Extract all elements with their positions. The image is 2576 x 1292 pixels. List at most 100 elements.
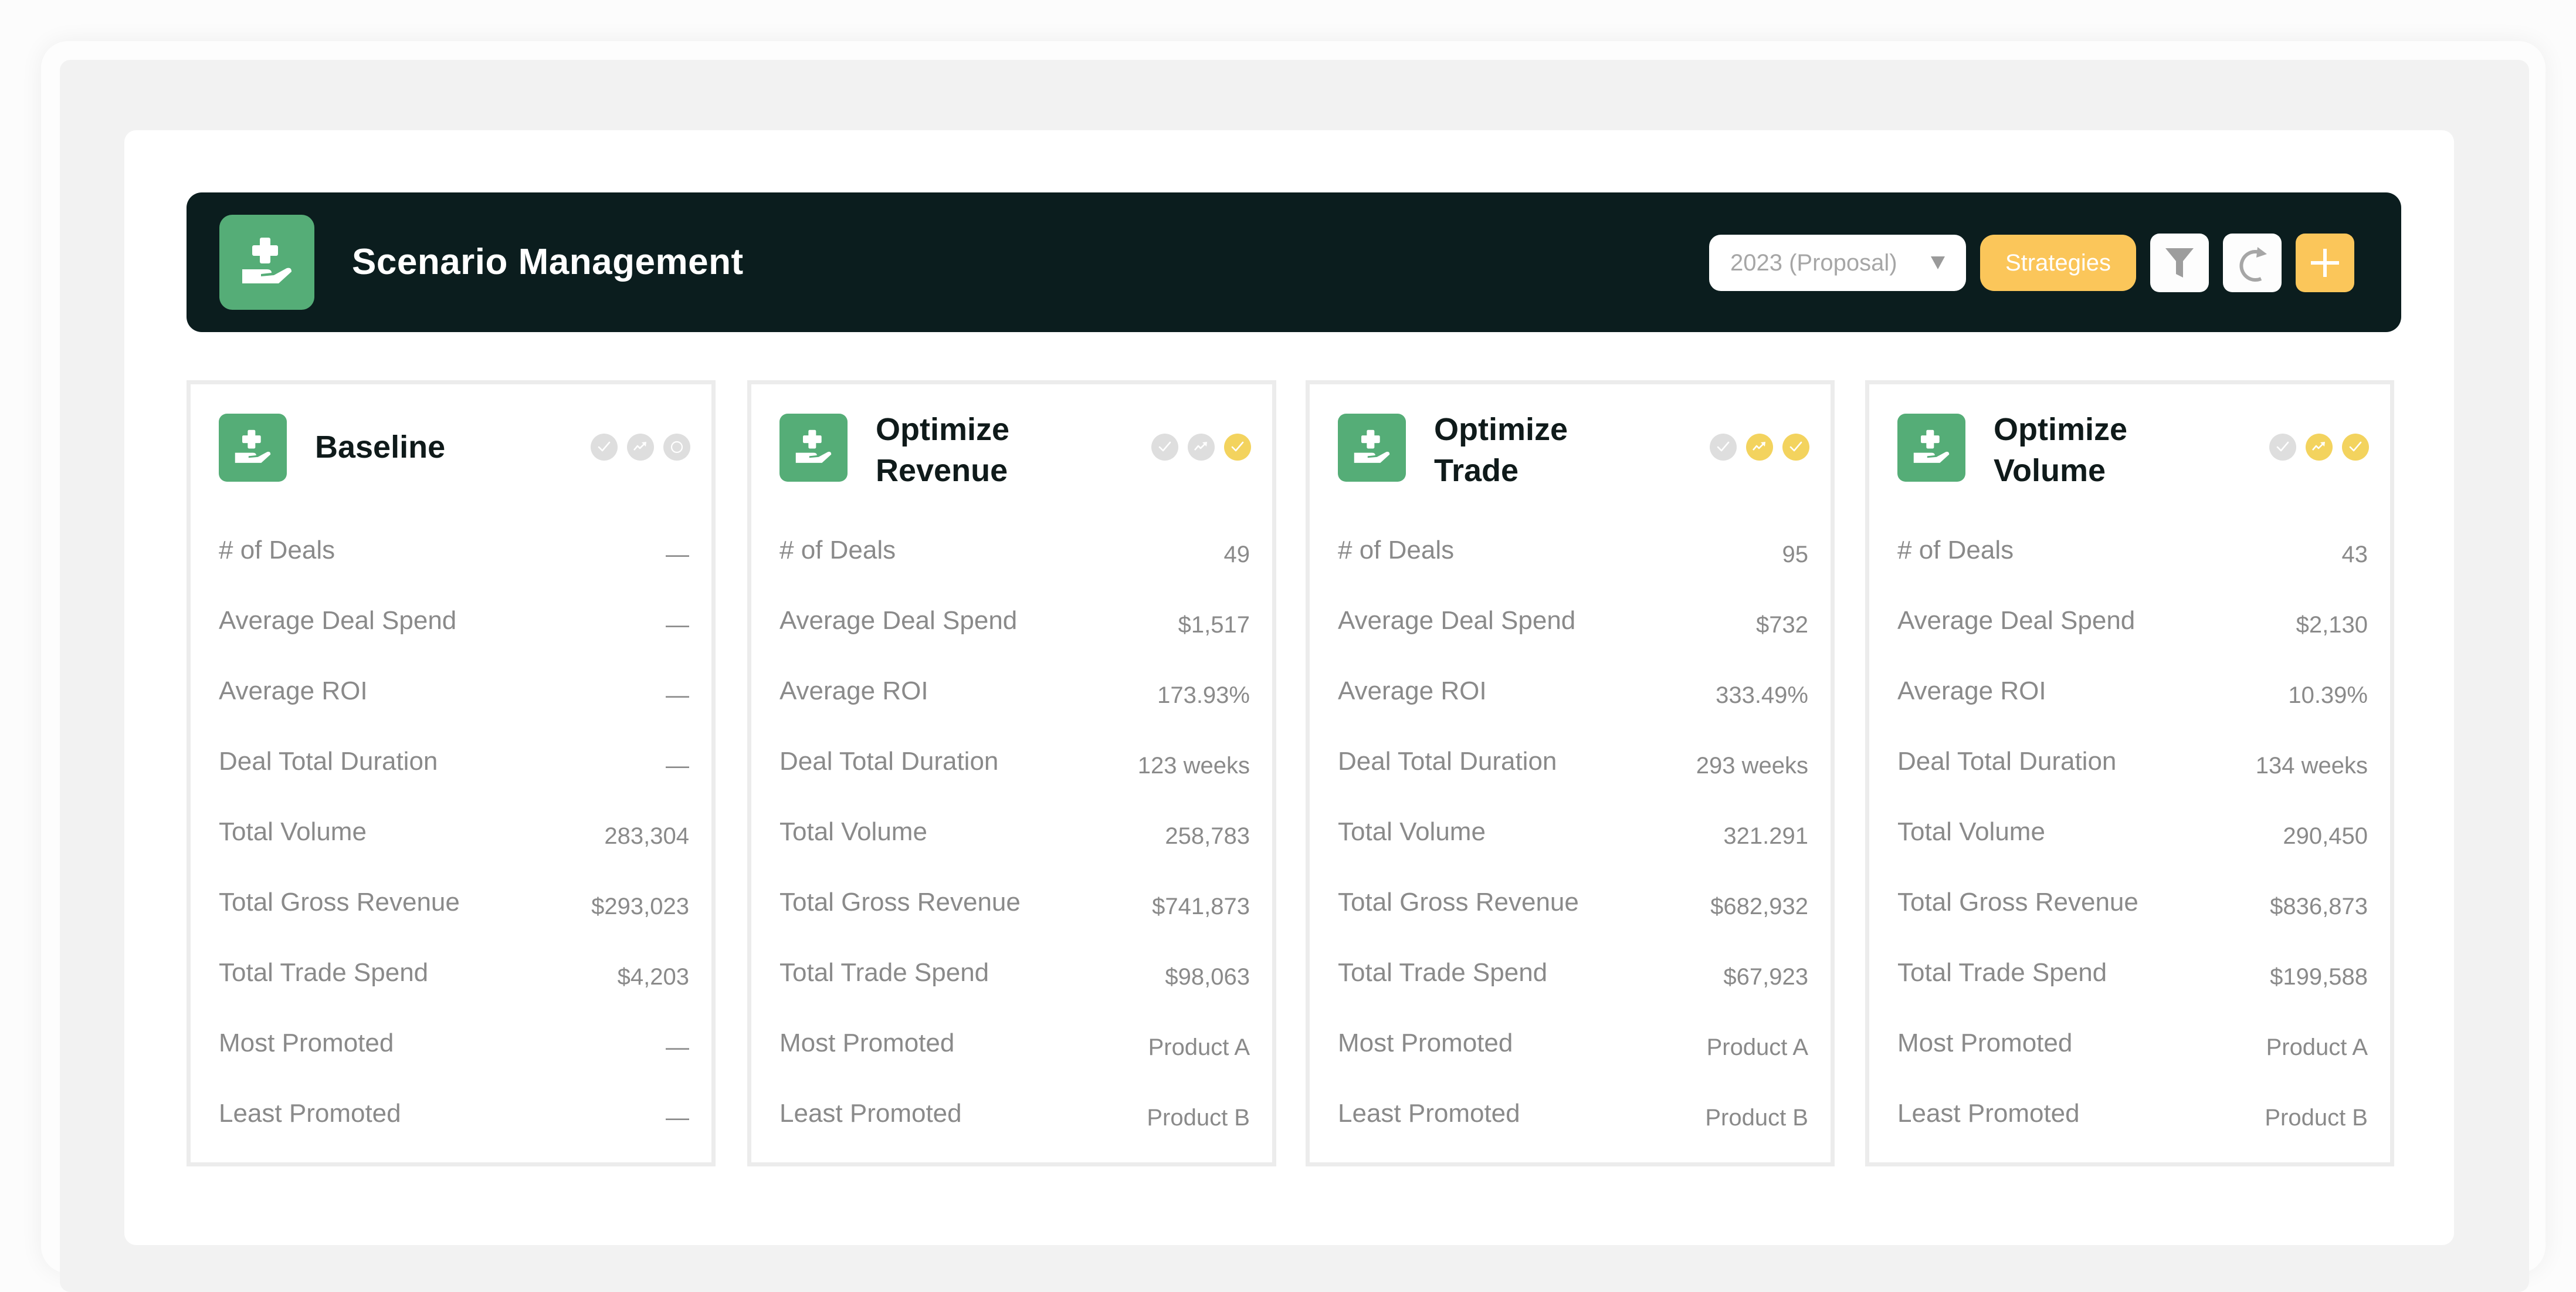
- metric-label: Most Promoted: [1897, 1029, 2073, 1057]
- status-check-icon[interactable]: [1710, 434, 1737, 461]
- metric-row: Deal Total Duration 293 weeks: [1338, 729, 1808, 800]
- metric-label: Total Volume: [219, 817, 367, 846]
- metric-row: Average Deal Spend $2,130: [1897, 588, 2368, 659]
- metric-label: Average Deal Spend: [1338, 606, 1576, 635]
- status-check-icon[interactable]: [591, 434, 618, 461]
- check-icon: [1158, 441, 1171, 452]
- metric-row: Total Gross Revenue $836,873: [1897, 870, 2368, 941]
- refresh-icon: [2239, 247, 2267, 282]
- card-header: Baseline: [219, 414, 690, 519]
- metric-label: Deal Total Duration: [1897, 747, 2117, 776]
- metric-row: Least Promoted Product B: [1338, 1081, 1808, 1152]
- metric-label: # of Deals: [219, 536, 335, 564]
- refresh-button[interactable]: [2223, 234, 2282, 292]
- metric-label: Total Trade Spend: [779, 958, 989, 987]
- metric-row: Average ROI —: [219, 659, 689, 729]
- metric-label: Average ROI: [1897, 677, 2046, 705]
- scenario-card-optimize-trade[interactable]: Optimize Trade # of Deals 95 Average Deal S…: [1306, 380, 1835, 1166]
- metric-row: # of Deals —: [219, 518, 689, 588]
- metric-row: Most Promoted —: [219, 1011, 689, 1081]
- page-header: Scenario Management 2023 (Proposal) Stra…: [187, 192, 2401, 332]
- metric-row: Most Promoted Product A: [1338, 1011, 1808, 1081]
- status-trending-up-icon[interactable]: [1746, 434, 1773, 461]
- metric-row: Least Promoted Product B: [779, 1081, 1250, 1152]
- trending-up-icon: [1753, 442, 1765, 451]
- hand-holding-medical-icon: [219, 414, 287, 482]
- metric-label: Total Trade Spend: [1338, 958, 1548, 987]
- scenario-card-baseline[interactable]: Baseline # of Deals — Average Deal Spend — Av…: [187, 380, 716, 1166]
- trending-up-icon: [1194, 442, 1207, 451]
- metric-row: Total Volume 290,450: [1897, 800, 2368, 870]
- scenario-card-optimize-revenue[interactable]: Optimize Revenue # of Deals 49 Average Deal…: [747, 380, 1276, 1166]
- metric-row: Total Trade Spend $67,923: [1338, 941, 1808, 1011]
- card-header: Optimize Volume: [1897, 412, 2369, 519]
- metric-label: Average Deal Spend: [219, 606, 457, 635]
- metric-label: Total Trade Spend: [219, 958, 429, 987]
- add-scenario-button[interactable]: [2296, 234, 2354, 292]
- status-check-icon[interactable]: [1782, 434, 1809, 461]
- metric-value: $199,588: [2270, 964, 2368, 990]
- metric-row: Average Deal Spend $732: [1338, 588, 1808, 659]
- metrics-list: # of Deals 49 Average Deal Spend $1,517 Aver…: [779, 518, 1250, 1152]
- header-controls: 2023 (Proposal) Strategies: [1709, 234, 2354, 292]
- metric-value: 43: [2341, 542, 2368, 567]
- metric-row: Total Trade Spend $199,588: [1897, 941, 2368, 1011]
- status-check-icon[interactable]: [1151, 434, 1178, 461]
- strategies-button[interactable]: Strategies: [1980, 235, 2136, 291]
- metric-label: # of Deals: [1897, 536, 2014, 564]
- metric-row: Total Volume 258,783: [779, 800, 1250, 870]
- metric-label: Total Trade Spend: [1897, 958, 2107, 987]
- scenario-title: Optimize Volume: [1994, 412, 2128, 488]
- status-trending-up-icon[interactable]: [627, 434, 654, 461]
- metric-row: Average ROI 333.49%: [1338, 659, 1808, 729]
- trending-up-icon: [633, 442, 646, 451]
- filter-icon: [2165, 248, 2194, 278]
- metric-value: Product A: [1706, 1034, 1808, 1060]
- metric-value: 123 weeks: [1137, 753, 1250, 779]
- metric-value: Product A: [1148, 1034, 1250, 1060]
- metric-label: Total Gross Revenue: [219, 888, 460, 916]
- status-check-icon[interactable]: [1224, 434, 1251, 461]
- metric-value: 293 weeks: [1696, 753, 1808, 779]
- metric-row: Total Volume 321.291: [1338, 800, 1808, 870]
- status-icons: [1151, 434, 1251, 461]
- filter-button[interactable]: [2150, 234, 2209, 292]
- metric-label: Least Promoted: [1338, 1099, 1520, 1128]
- metric-label: Deal Total Duration: [779, 747, 999, 776]
- metric-value: $836,873: [2270, 894, 2368, 919]
- metric-value: 321.291: [1723, 823, 1808, 849]
- metric-label: Total Volume: [1338, 817, 1486, 846]
- status-trending-up-icon[interactable]: [1188, 434, 1215, 461]
- metric-value: $2,130: [2296, 612, 2368, 638]
- status-check-icon[interactable]: [2269, 434, 2296, 461]
- status-icons: [591, 434, 690, 461]
- metric-row: Total Gross Revenue $682,932: [1338, 870, 1808, 941]
- metric-label: Deal Total Duration: [219, 747, 438, 776]
- metric-value: $1,517: [1178, 612, 1250, 638]
- metric-label: Most Promoted: [219, 1029, 394, 1057]
- metric-label: # of Deals: [1338, 536, 1455, 564]
- status-icons: [2269, 434, 2369, 461]
- status-check-icon[interactable]: [2342, 434, 2369, 461]
- metric-row: Total Trade Spend $98,063: [779, 941, 1250, 1011]
- metric-value: —: [666, 682, 689, 708]
- status-trending-up-icon[interactable]: [2306, 434, 2333, 461]
- status-icons: [1710, 434, 1809, 461]
- hand-holding-medical-icon: [219, 215, 314, 310]
- metric-value: —: [666, 612, 689, 638]
- scenario-card-optimize-volume[interactable]: Optimize Volume # of Deals 43 Average Deal …: [1865, 380, 2394, 1166]
- check-icon: [2349, 441, 2362, 452]
- metric-value: $4,203: [617, 964, 689, 990]
- year-select[interactable]: 2023 (Proposal): [1709, 235, 1966, 291]
- hand-holding-medical-icon: [1897, 414, 1965, 482]
- metric-row: Total Trade Spend $4,203: [219, 941, 689, 1011]
- metric-row: Total Gross Revenue $741,873: [779, 870, 1250, 941]
- metric-label: # of Deals: [779, 536, 896, 564]
- scenario-cards: Baseline # of Deals — Average Deal Spend — Av…: [187, 380, 2401, 1202]
- metric-value: —: [666, 542, 689, 567]
- metric-label: Deal Total Duration: [1338, 747, 1557, 776]
- metric-value: —: [666, 753, 689, 779]
- metric-value: 134 weeks: [2255, 753, 2368, 779]
- metrics-list: # of Deals 43 Average Deal Spend $2,130 Aver…: [1897, 518, 2368, 1152]
- status-circle-icon[interactable]: [663, 434, 690, 461]
